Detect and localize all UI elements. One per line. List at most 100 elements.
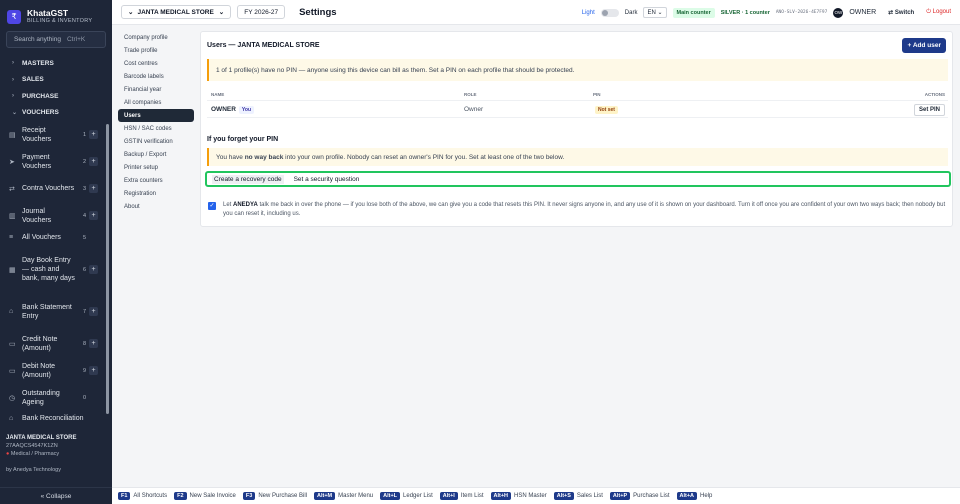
sidebar-item-bank-statement-entry[interactable]: ⌂ Bank Statement Entry 7 +	[0, 293, 112, 330]
settings-item-about[interactable]: About	[118, 200, 194, 213]
shortcut-number: 4	[82, 212, 86, 219]
add-user-button[interactable]: + Add user	[902, 38, 946, 53]
add-icon[interactable]: +	[89, 130, 98, 139]
shortcut-number: 9	[82, 367, 86, 374]
nav-section-purchase[interactable]: › PURCHASE	[0, 88, 112, 105]
add-icon[interactable]: +	[89, 184, 98, 193]
sidebar-item-label: Bank Reconciliation	[22, 415, 84, 422]
sidebar-item-all-vouchers[interactable]: ≡ All Vouchers 5	[0, 229, 112, 246]
settings-item-trade-profile[interactable]: Trade profile	[118, 44, 194, 57]
swap-icon: ⇄	[888, 10, 894, 16]
shortcut-number: 7	[82, 308, 86, 315]
settings-item-backup-export[interactable]: Backup / Export	[118, 148, 194, 161]
shortcut-label: Item List	[460, 493, 484, 499]
sidebar-item-label: Payment Vouchers	[22, 153, 52, 170]
sidebar-item-contra-vouchers[interactable]: ⇄ Contra Vouchers 3 +	[0, 175, 112, 202]
license-code: ANO-SLV-2026-4E7F97	[775, 10, 828, 15]
main-counter-badge: Main counter	[672, 7, 715, 18]
settings-item-registration[interactable]: Registration	[118, 187, 194, 200]
create-recovery-code-button[interactable]: Create a recovery code	[212, 174, 284, 184]
forgot-pin-title: If you forget your PIN	[207, 136, 279, 143]
logout-button[interactable]: ⏻ Logout	[926, 9, 951, 16]
column-header: PIN	[593, 92, 601, 97]
shortcut-key[interactable]: F2	[174, 492, 187, 500]
theme-toggle[interactable]	[600, 8, 619, 17]
sidebar-item-bank-reconciliation[interactable]: ⌂ Bank Reconciliation	[0, 411, 112, 426]
add-icon[interactable]: +	[89, 307, 98, 316]
clock-icon: ◷	[9, 394, 16, 402]
shortcut-key[interactable]: Alt+M	[314, 492, 336, 500]
fy-selector[interactable]: FY 2026-27	[237, 5, 286, 19]
shortcut-key[interactable]: F1	[118, 492, 131, 500]
user-role: Owner	[464, 106, 484, 113]
settings-item-gstin-verification[interactable]: GSTIN verification	[118, 135, 194, 148]
consent-text: Let ANEDYA talk me back in over the phon…	[223, 201, 946, 218]
settings-item-company-profile[interactable]: Company profile	[118, 31, 194, 44]
sidebar-scrollbar[interactable]	[106, 124, 109, 414]
settings-item-cost-centres[interactable]: Cost centres	[118, 57, 194, 70]
shortcut-key[interactable]: Alt+P	[609, 492, 631, 500]
set-security-question-button[interactable]: Set a security question	[292, 175, 362, 184]
shortcut-key[interactable]: Alt+H	[490, 492, 512, 500]
store-name: JANTA MEDICAL STORE	[137, 8, 214, 16]
consent-checkbox[interactable]: ✓	[208, 202, 216, 210]
power-icon: ⏻	[926, 9, 931, 15]
list-icon: ≡	[9, 234, 14, 241]
sidebar-nav: › MASTERS › SALES › PURCHASE ⌄ VOUCHERS ▤ Rec…	[0, 55, 112, 426]
language-select[interactable]: EN ⌄	[643, 7, 667, 18]
switch-button[interactable]: ⇄ Switch	[888, 9, 914, 16]
warning-bold: no way back	[244, 153, 284, 161]
settings-item-extra-counters[interactable]: Extra counters	[118, 174, 194, 187]
settings-item-all-companies[interactable]: All companies	[118, 96, 194, 109]
sidebar-item-receipt-vouchers[interactable]: ▤ Receipt Vouchers 1 +	[0, 121, 112, 148]
shortcut-label: Master Menu	[338, 493, 374, 499]
store-selector[interactable]: ⌄ JANTA MEDICAL STORE ⌄	[121, 5, 232, 19]
settings-item-users[interactable]: Users	[118, 109, 194, 122]
user-name-cell: OWNER You	[211, 106, 254, 114]
nav-section-masters[interactable]: › MASTERS	[0, 55, 112, 72]
sidebar-item-debit-note[interactable]: ▭ Debit Note (Amount) 9 +	[0, 357, 112, 384]
settings-item-hsn-sac[interactable]: HSN / SAC codes	[118, 122, 194, 135]
set-pin-button[interactable]: Set PIN	[913, 104, 945, 116]
sidebar-item-label: Debit Note (Amount)	[22, 362, 56, 379]
sidebar-item-outstanding-ageing[interactable]: ◷ Outstanding Ageing 0	[0, 384, 112, 411]
footer-store-name: JANTA MEDICAL STORE	[6, 435, 77, 441]
sidebar-item-label: Outstanding Ageing	[22, 389, 60, 406]
settings-item-barcode-labels[interactable]: Barcode labels	[118, 70, 194, 83]
sidebar-item-payment-vouchers[interactable]: ➤ Payment Vouchers 2 +	[0, 148, 112, 175]
search-input[interactable]: Search anything Ctrl+K	[6, 31, 106, 48]
send-icon: ➤	[9, 158, 15, 166]
add-icon[interactable]: +	[89, 265, 98, 274]
shortcut-number: 2	[82, 158, 86, 165]
swap-icon: ⇄	[9, 185, 15, 193]
brand-name: KhataGST	[27, 7, 69, 18]
shortcut-key[interactable]: Alt+S	[553, 492, 574, 500]
shortcut-key[interactable]: F3	[242, 492, 256, 500]
sidebar: ₹ KhataGST BILLING & INVENTORY Search an…	[0, 0, 112, 504]
sidebar-item-credit-note[interactable]: ▭ Credit Note (Amount) 8 +	[0, 330, 112, 357]
add-icon[interactable]: +	[89, 339, 98, 348]
settings-item-printer-setup[interactable]: Printer setup	[118, 161, 194, 174]
pill-icon: ●	[6, 451, 10, 457]
nav-section-label: MASTERS	[22, 59, 54, 67]
sidebar-item-label: Journal Vouchers	[22, 207, 52, 224]
avatar: OW	[833, 7, 844, 18]
add-icon[interactable]: +	[89, 211, 98, 220]
settings-nav: Company profile Trade profile Cost centr…	[118, 31, 194, 213]
shortcut-key[interactable]: Alt+L	[380, 492, 401, 500]
shortcut-label: Sales List	[576, 493, 603, 499]
consent-name: ANEDYA	[233, 202, 258, 208]
shortcut-key[interactable]: Alt+I	[439, 492, 458, 500]
nav-section-vouchers[interactable]: ⌄ VOUCHERS	[0, 105, 112, 122]
topbar-right: Light Dark EN ⌄ Main counter SILVER · 1 …	[582, 0, 951, 25]
nav-section-sales[interactable]: › SALES	[0, 72, 112, 89]
sidebar-item-journal-vouchers[interactable]: ▥ Journal Vouchers 4 +	[0, 202, 112, 229]
pin-status-badge: Not set	[595, 106, 618, 114]
shortcut-key[interactable]: Alt+A	[676, 492, 698, 500]
shortcut-bar: F1 All Shortcuts F2 New Sale Invoice F3 New…	[112, 487, 960, 504]
settings-item-financial-year[interactable]: Financial year	[118, 83, 194, 96]
collapse-button[interactable]: « Collapse	[0, 487, 112, 504]
sidebar-item-day-book-entry[interactable]: ▦ Day Book Entry — cash and bank, many da…	[0, 246, 112, 293]
add-icon[interactable]: +	[89, 157, 98, 166]
add-icon[interactable]: +	[89, 366, 98, 375]
